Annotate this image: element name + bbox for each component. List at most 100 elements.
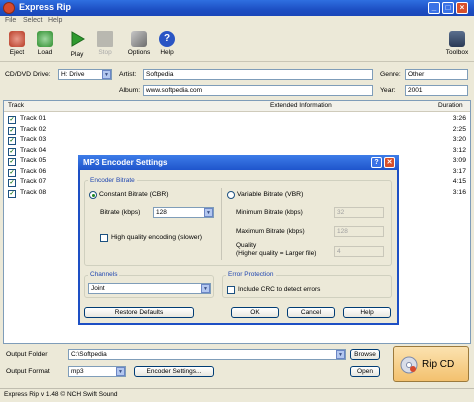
track-duration: 3:16 [452,188,466,196]
title-bar [0,0,474,16]
play-button[interactable]: Play [62,30,92,60]
genre-field[interactable]: Other [405,69,468,80]
output-folder-field[interactable]: C:\Softpedia [68,349,346,360]
track-name[interactable]: Track 05 [20,157,46,164]
artist-field[interactable]: Softpedia [143,69,373,80]
track-name[interactable]: Track 06 [20,168,46,175]
track-duration: 4:15 [452,178,466,185]
group-divider [221,188,222,260]
chevron-down-icon[interactable]: ▼ [102,70,111,79]
toolbox-icon [449,31,465,47]
toolbox-button[interactable]: Toolbox [442,30,472,60]
bitrate-group-title: Encoder Bitrate [88,177,137,184]
menu-bar [0,16,474,28]
crc-checkbox[interactable] [227,286,235,294]
load-icon [37,31,53,47]
min-bitrate-select[interactable]: 32 [334,207,384,218]
track-name[interactable]: Track 08 [20,189,46,196]
column-extended-info[interactable]: Extended Information [270,102,332,109]
cbr-label: Constant Bitrate (CBR) [99,191,169,198]
quality-select[interactable]: 4 [334,246,384,257]
track-name[interactable]: Track 07 [20,178,46,185]
load-label: Load [37,49,53,56]
track-name[interactable]: Track 02 [20,126,46,133]
folder-dropdown-icon[interactable]: ▼ [336,350,345,359]
load-button[interactable]: Load [30,30,60,60]
menu-file[interactable]: File [5,17,16,24]
eject-icon [9,31,25,47]
help-button[interactable]: ? Help [152,30,182,60]
drive-label: CD/DVD Drive: [5,71,51,78]
options-button[interactable]: Options [124,30,154,60]
track-name[interactable]: Track 04 [20,147,46,154]
cd-icon [400,356,418,374]
window-title: Express Rip [19,2,72,12]
eject-button[interactable]: Eject [2,30,32,60]
maximize-button[interactable]: □ [442,2,454,14]
cbr-radio[interactable] [89,191,97,199]
track-checkbox[interactable]: ✓ [8,189,16,198]
menu-help[interactable]: Help [48,17,62,24]
min-bitrate-label: Minimum Bitrate (kbps) [236,209,303,216]
quality-note: (Higher quality = Larger file) [236,250,317,257]
max-bitrate-select[interactable]: 128 [334,226,384,237]
track-duration: 3:20 [452,136,466,143]
crc-label: Include CRC to detect errors [238,286,321,293]
high-quality-label: High quality encoding (slower) [111,234,203,241]
track-duration: 3:17 [452,167,466,175]
rip-cd-button[interactable]: Rip CD [393,346,469,382]
output-folder-label: Output Folder [6,351,48,358]
ok-button[interactable]: OK [231,307,279,318]
stop-icon [97,31,113,47]
stop-button[interactable]: Stop [90,30,120,60]
close-button[interactable]: × [456,2,468,14]
quality-label: Quality [236,242,257,249]
track-duration: 3:12 [452,146,466,154]
track-checkbox[interactable]: ✓ [8,126,16,135]
track-duration: 3:09 [452,157,466,164]
dialog-help-icon[interactable]: ? [371,157,382,168]
status-text: Express Rip v 1.48 © NCH Swift Sound [4,391,118,398]
encoder-settings-button[interactable]: Encoder Settings... [134,366,214,377]
output-format-label: Output Format [6,368,50,375]
cancel-button[interactable]: Cancel [287,307,335,318]
rip-cd-label: Rip CD [422,359,455,370]
track-checkbox[interactable]: ✓ [8,116,16,124]
help-label: Help [160,49,174,56]
channels-select[interactable]: Joint [88,283,211,294]
column-track[interactable]: Track [8,102,24,109]
artist-label: Artist: [119,71,137,78]
bitrate-dropdown-icon[interactable]: ▼ [204,208,213,217]
album-label: Album: [119,87,141,94]
menu-select[interactable]: Select [23,17,42,24]
options-icon [131,31,147,47]
open-button[interactable]: Open [350,366,380,377]
format-dropdown-icon[interactable]: ▼ [116,367,125,376]
browse-button[interactable]: Browse [350,349,380,360]
toolbox-label: Toolbox [445,49,469,56]
high-quality-checkbox[interactable] [100,234,108,242]
dialog-title: MP3 Encoder Settings [83,158,168,167]
bitrate-label: Bitrate (kbps) [100,209,141,216]
minimize-button[interactable]: _ [428,2,440,14]
track-checkbox[interactable]: ✓ [8,137,16,145]
track-checkbox[interactable]: ✓ [8,147,16,156]
track-list-header [4,101,470,112]
track-checkbox[interactable]: ✓ [8,158,16,166]
vbr-label: Variable Bitrate (VBR) [237,191,304,198]
app-icon [3,2,15,14]
album-field[interactable]: www.softpedia.com [143,85,373,96]
track-name[interactable]: Track 03 [20,136,46,143]
track-checkbox[interactable]: ✓ [8,168,16,177]
stop-label: Stop [98,49,112,56]
track-name[interactable]: Track 01 [20,115,46,122]
track-checkbox[interactable]: ✓ [8,179,16,187]
column-duration[interactable]: Duration [438,102,463,109]
channels-dropdown-icon[interactable]: ▼ [201,284,210,293]
vbr-radio[interactable] [227,191,235,199]
channels-group-title: Channels [88,271,120,278]
restore-defaults-button[interactable]: Restore Defaults [84,307,194,318]
dialog-help-button[interactable]: Help [343,307,391,318]
year-field[interactable]: 2001 [405,85,468,96]
dialog-close-icon[interactable]: ✕ [384,157,395,168]
